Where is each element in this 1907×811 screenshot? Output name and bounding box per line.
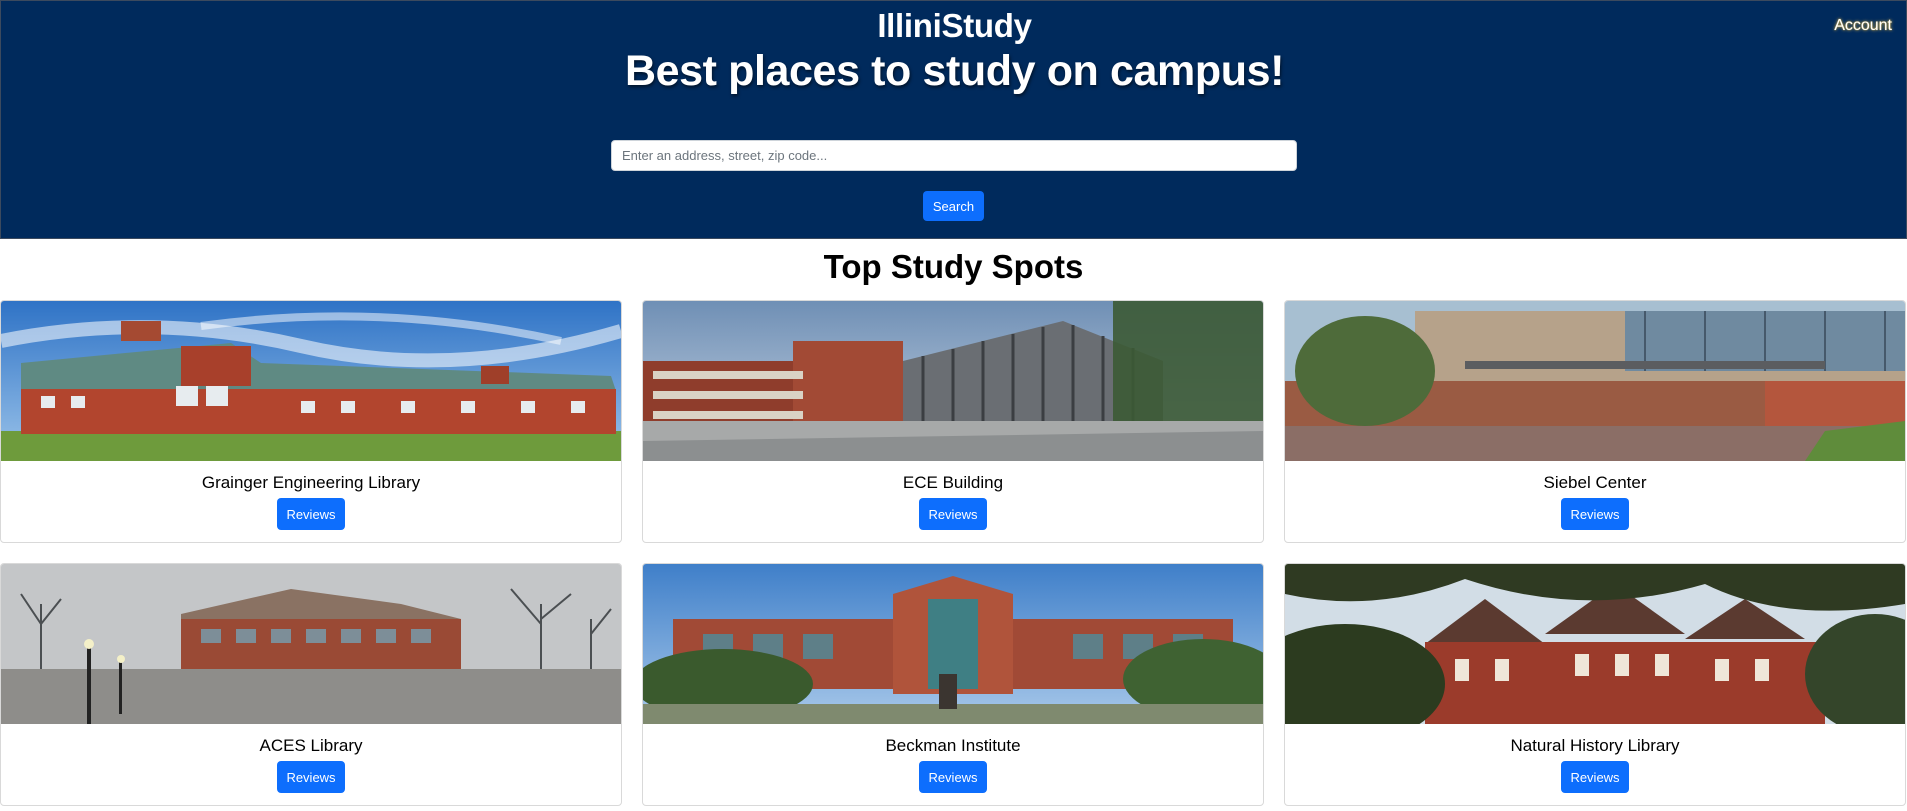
spot-photo[interactable]: [643, 564, 1263, 724]
spot-card: Siebel Center Reviews: [1284, 300, 1906, 543]
spot-card: ECE Building Reviews: [642, 300, 1264, 543]
spot-card: Natural History Library Reviews: [1284, 563, 1906, 806]
account-link[interactable]: Account: [1834, 17, 1892, 35]
page-tagline: Best places to study on campus!: [624, 47, 1285, 95]
spot-name: ACES Library: [259, 736, 363, 755]
reviews-button[interactable]: Reviews: [919, 761, 987, 793]
spot-card: Beckman Institute Reviews: [642, 563, 1264, 806]
spot-name: Beckman Institute: [885, 736, 1021, 755]
hero-header: IlliniStudy Best places to study on camp…: [0, 0, 1907, 239]
spot-photo[interactable]: [1, 564, 621, 724]
spot-card: Grainger Engineering Library Reviews: [0, 300, 622, 543]
site-brand: IlliniStudy: [877, 7, 1032, 44]
section-title: Top Study Spots: [823, 248, 1084, 285]
search-button[interactable]: Search: [923, 191, 984, 221]
spot-name: Natural History Library: [1510, 736, 1680, 755]
spot-photo[interactable]: [1285, 564, 1905, 724]
reviews-button[interactable]: Reviews: [277, 761, 345, 793]
search-input[interactable]: [611, 140, 1297, 171]
spot-photo[interactable]: [1285, 301, 1905, 461]
spot-name: Grainger Engineering Library: [201, 473, 421, 492]
spot-card: ACES Library Reviews: [0, 563, 622, 806]
spot-name: Siebel Center: [1543, 473, 1647, 492]
spot-photo[interactable]: [1, 301, 621, 461]
reviews-button[interactable]: Reviews: [277, 498, 345, 530]
spot-name: ECE Building: [902, 473, 1004, 492]
spot-photo[interactable]: [643, 301, 1263, 461]
reviews-button[interactable]: Reviews: [1561, 761, 1629, 793]
reviews-button[interactable]: Reviews: [1561, 498, 1629, 530]
reviews-button[interactable]: Reviews: [919, 498, 987, 530]
